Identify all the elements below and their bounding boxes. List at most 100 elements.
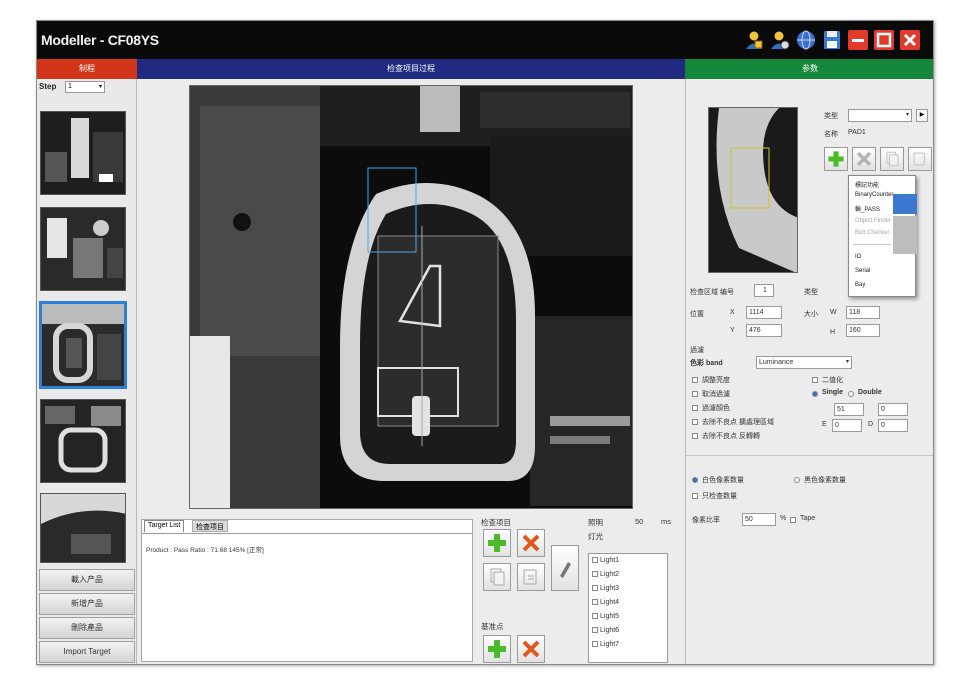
count-black-label: 黑色像素数量 bbox=[804, 477, 846, 484]
lights-value[interactable]: 50 bbox=[635, 517, 643, 526]
step-thumbnail[interactable] bbox=[40, 111, 126, 195]
w-field[interactable]: 118 bbox=[846, 306, 880, 319]
delete-target-button[interactable] bbox=[517, 529, 545, 557]
x-field[interactable]: 1114 bbox=[746, 306, 782, 319]
region-number-field[interactable]: 1 bbox=[754, 284, 774, 297]
checkbox[interactable] bbox=[592, 557, 598, 563]
count-only-label: 只检查数量 bbox=[702, 493, 737, 500]
tab-divider bbox=[142, 533, 472, 534]
copy-target-button[interactable] bbox=[483, 563, 511, 591]
checkbox[interactable] bbox=[592, 599, 598, 605]
checkbox[interactable] bbox=[592, 585, 598, 591]
plus-icon bbox=[828, 151, 844, 167]
delete-product-button[interactable]: 刪除產品 bbox=[39, 617, 135, 639]
threshold-field[interactable]: 51 bbox=[834, 403, 864, 416]
title-bar: Modeller - CF08YS bbox=[37, 21, 933, 59]
paste-target-button[interactable] bbox=[517, 563, 545, 591]
checkbox[interactable] bbox=[692, 405, 698, 411]
add-reference-button[interactable] bbox=[483, 635, 511, 663]
add-tool-button[interactable] bbox=[824, 147, 848, 171]
light-list[interactable]: Light1 Light2 Light3 Light4 Light5 Light… bbox=[588, 553, 668, 663]
section-tab-process[interactable]: 制程 bbox=[37, 59, 137, 79]
target-list-panel: Target List 检查项目 Product : Pass Ratio : … bbox=[141, 519, 473, 662]
double-radio[interactable] bbox=[848, 391, 854, 397]
count-white-radio[interactable] bbox=[692, 477, 698, 483]
single-radio[interactable] bbox=[812, 391, 818, 397]
divider bbox=[686, 455, 933, 456]
maximize-icon[interactable] bbox=[873, 29, 895, 51]
step-thumbnail[interactable] bbox=[40, 207, 126, 291]
step-panel: Step 1 ▾ 載入产品 新增产品 刪除產品 Import Target bbox=[37, 79, 137, 664]
menu-item-binary-counter[interactable]: BinaryCounter bbox=[855, 192, 893, 198]
type-select[interactable]: ▾ bbox=[848, 109, 912, 122]
y-field[interactable]: 476 bbox=[746, 324, 782, 337]
section-tab-parameters[interactable]: 参数 bbox=[685, 59, 933, 79]
add-product-button[interactable]: 新增产品 bbox=[39, 593, 135, 615]
light-item[interactable]: Light6 bbox=[592, 626, 619, 634]
light-item[interactable]: Light2 bbox=[592, 570, 619, 578]
save-icon[interactable] bbox=[821, 29, 843, 51]
tape-checkbox[interactable] bbox=[790, 517, 796, 523]
step-thumbnail[interactable] bbox=[40, 493, 126, 563]
light-item[interactable]: Light1 bbox=[592, 556, 619, 564]
paste-icon bbox=[913, 152, 925, 166]
close-icon[interactable] bbox=[899, 29, 921, 51]
menu-item-bay[interactable]: Bay bbox=[855, 282, 865, 288]
checkbox[interactable] bbox=[592, 613, 598, 619]
step-thumbnail-selected[interactable] bbox=[39, 301, 127, 389]
count-black-radio[interactable] bbox=[794, 477, 800, 483]
user-lock-icon[interactable] bbox=[743, 29, 765, 51]
checkbox[interactable] bbox=[692, 433, 698, 439]
checkbox[interactable] bbox=[692, 391, 698, 397]
count-only-checkbox[interactable] bbox=[692, 493, 698, 499]
minimize-icon[interactable] bbox=[847, 29, 869, 51]
copy-icon bbox=[886, 151, 899, 167]
light-item[interactable]: Light3 bbox=[592, 584, 619, 592]
checkbox[interactable] bbox=[592, 571, 598, 577]
tab-inspection-items[interactable]: 检查项目 bbox=[192, 520, 228, 532]
menu-item-io[interactable]: IO bbox=[855, 254, 861, 260]
target-result-text: Product : Pass Ratio : 71.68 145% [正常] bbox=[146, 547, 264, 554]
light-item[interactable]: Light4 bbox=[592, 598, 619, 606]
menu-side-strip bbox=[893, 216, 917, 254]
color-band-select[interactable]: Luminance ▾ bbox=[756, 356, 852, 369]
d-field[interactable]: 0 bbox=[878, 419, 908, 432]
tab-target-list[interactable]: Target List bbox=[144, 520, 185, 532]
edit-target-button[interactable] bbox=[551, 545, 579, 591]
binary-checkbox[interactable] bbox=[812, 377, 818, 383]
h-field[interactable]: 160 bbox=[846, 324, 880, 337]
color-band-label: 色彩 band bbox=[690, 360, 723, 367]
add-target-button[interactable] bbox=[483, 529, 511, 557]
delete-reference-button[interactable] bbox=[517, 635, 545, 663]
app-window: Modeller - CF08YS 制程 检查项目过程 参数 Step 1▾ bbox=[36, 20, 934, 665]
delete-tool-button[interactable] bbox=[852, 147, 876, 171]
light-item[interactable]: Light7 bbox=[592, 640, 619, 648]
e-field[interactable]: 0 bbox=[832, 419, 862, 432]
user-settings-icon[interactable] bbox=[769, 29, 791, 51]
checkbox[interactable] bbox=[692, 377, 698, 383]
globe-icon[interactable] bbox=[795, 29, 817, 51]
image-viewer[interactable] bbox=[189, 85, 633, 509]
y-label: Y bbox=[730, 327, 735, 334]
menu-item-marker[interactable]: 標記功能 bbox=[855, 180, 879, 189]
step-select[interactable]: 1 ▾ bbox=[65, 81, 105, 93]
step-label: Step bbox=[39, 82, 57, 91]
threshold-field-2[interactable]: 0 bbox=[878, 403, 908, 416]
ratio-field[interactable]: 50 bbox=[742, 513, 776, 526]
section-tab-inspection[interactable]: 检查项目过程 bbox=[137, 59, 685, 79]
checkbox[interactable] bbox=[692, 419, 698, 425]
import-target-button[interactable]: Import Target bbox=[39, 641, 135, 663]
size-label: 大小 bbox=[804, 311, 818, 318]
type-next-button[interactable]: ▶ bbox=[916, 109, 928, 122]
step-value: 1 bbox=[68, 83, 72, 90]
checkbox[interactable] bbox=[592, 627, 598, 633]
copy-tool-button[interactable] bbox=[880, 147, 904, 171]
step-thumbnail[interactable] bbox=[40, 399, 126, 483]
light-item[interactable]: Light5 bbox=[592, 612, 619, 620]
menu-item-pass[interactable]: 輪_PASS bbox=[855, 204, 880, 213]
checkbox[interactable] bbox=[592, 641, 598, 647]
load-product-button[interactable]: 載入产品 bbox=[39, 569, 135, 591]
menu-item-serial[interactable]: Serial bbox=[855, 268, 870, 274]
lights-unit: ms bbox=[661, 517, 671, 526]
paste-tool-button[interactable] bbox=[908, 147, 932, 171]
